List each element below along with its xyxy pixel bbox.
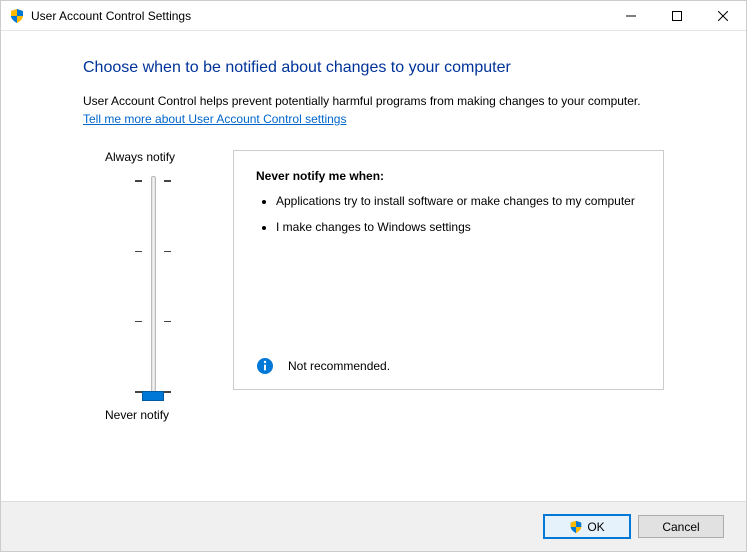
slider-tick xyxy=(164,180,171,182)
maximize-button[interactable] xyxy=(654,1,700,30)
slider-thumb[interactable] xyxy=(142,391,164,401)
ok-button-label: OK xyxy=(587,520,604,534)
slider-track xyxy=(151,176,156,396)
maximize-icon xyxy=(672,11,682,21)
slider-bottom-label: Never notify xyxy=(83,408,169,422)
minimize-button[interactable] xyxy=(608,1,654,30)
panel-footer: Not recommended. xyxy=(256,357,641,375)
cancel-button[interactable]: Cancel xyxy=(638,515,724,538)
content-area: Choose when to be notified about changes… xyxy=(1,31,746,422)
uac-shield-icon xyxy=(569,520,583,534)
slider-tick xyxy=(135,180,142,182)
learn-more-link[interactable]: Tell me more about User Account Control … xyxy=(83,112,346,126)
panel-bullet-list: Applications try to install software or … xyxy=(262,193,641,245)
titlebar: User Account Control Settings xyxy=(1,1,746,31)
info-icon xyxy=(256,357,274,375)
ok-button[interactable]: OK xyxy=(544,515,630,538)
window-controls xyxy=(608,1,746,30)
window-title: User Account Control Settings xyxy=(31,9,191,23)
slider-tick xyxy=(135,321,142,323)
page-heading: Choose when to be notified about changes… xyxy=(83,59,664,77)
slider-tick xyxy=(164,321,171,323)
page-description: User Account Control helps prevent poten… xyxy=(83,93,664,110)
panel-title: Never notify me when: xyxy=(256,169,641,183)
slider-tick xyxy=(135,251,142,253)
dialog-button-bar: OK Cancel xyxy=(1,501,746,551)
slider-panel-row: Always notify Never notify Never notify … xyxy=(83,150,664,422)
panel-bullet: Applications try to install software or … xyxy=(276,193,641,209)
slider-tick xyxy=(164,391,171,393)
uac-slider[interactable] xyxy=(123,176,183,396)
close-icon xyxy=(718,11,728,21)
slider-tick xyxy=(135,391,142,393)
slider-column: Always notify Never notify xyxy=(83,150,223,422)
panel-bullet: I make changes to Windows settings xyxy=(276,219,641,235)
slider-tick xyxy=(164,251,171,253)
panel-footer-text: Not recommended. xyxy=(288,359,390,373)
minimize-icon xyxy=(626,11,636,21)
notification-level-panel: Never notify me when: Applications try t… xyxy=(233,150,664,390)
uac-shield-icon xyxy=(9,8,25,24)
cancel-button-label: Cancel xyxy=(662,520,699,534)
slider-top-label: Always notify xyxy=(83,150,175,164)
close-button[interactable] xyxy=(700,1,746,30)
